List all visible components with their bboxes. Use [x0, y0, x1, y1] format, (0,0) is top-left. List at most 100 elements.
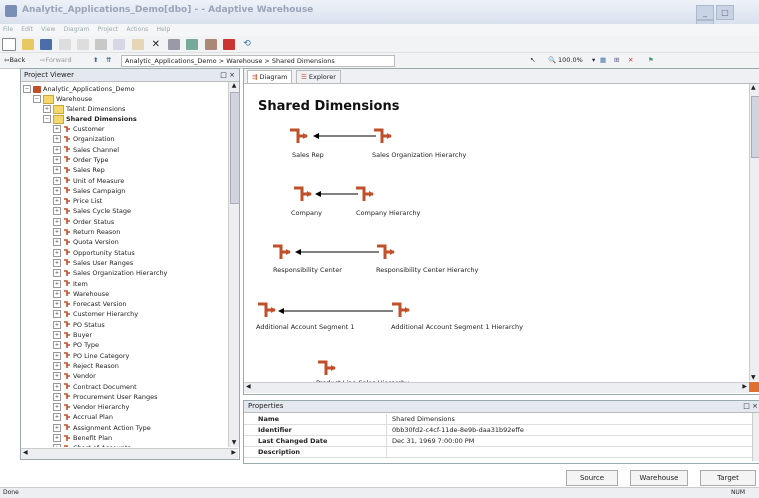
expand-icon[interactable]: +	[53, 361, 61, 370]
tree-item[interactable]: + Contract Document	[53, 382, 137, 392]
dimension-icon[interactable]	[390, 301, 412, 319]
relationship-icon[interactable]: ⚑	[648, 53, 654, 68]
tree-root[interactable]: − Analytic_Applications_Demo	[23, 84, 135, 94]
tree-item[interactable]: + Quota Version	[53, 237, 119, 247]
tree-warehouse[interactable]: − Warehouse	[33, 94, 92, 104]
menu-file[interactable]: File	[3, 26, 13, 33]
node-company-hierarchy-label[interactable]: Company Hierarchy	[356, 209, 420, 217]
properties-scrollbar[interactable]	[752, 413, 759, 461]
tree-item[interactable]: + Vendor Hierarchy	[53, 402, 129, 412]
paste-icon[interactable]	[131, 39, 144, 50]
dimension-icon[interactable]	[316, 359, 338, 377]
tree-item[interactable]: + Unit of Measure	[53, 176, 124, 186]
node-company-label[interactable]: Company	[291, 209, 322, 217]
target-button[interactable]: Target	[700, 470, 756, 486]
zoom-level[interactable]: 100.0%	[558, 53, 583, 68]
tree-item[interactable]: + Return Reason	[53, 227, 120, 237]
dimension-icon[interactable]	[288, 127, 310, 145]
expand-icon[interactable]: +	[53, 125, 61, 133]
scroll-right-icon[interactable]: ▶	[231, 449, 236, 456]
source-button[interactable]: Source	[566, 470, 618, 486]
scroll-up-icon[interactable]: ▲	[751, 84, 756, 91]
zoom-dropdown-icon[interactable]: ▾	[592, 53, 595, 68]
expand-icon[interactable]: +	[53, 372, 61, 381]
pointer-icon[interactable]: ↖	[530, 53, 535, 68]
menu-actions[interactable]: Actions	[126, 26, 148, 33]
node-sales-org-hierarchy-label[interactable]: Sales Organization Hierarchy	[372, 151, 466, 159]
tree-item[interactable]: + Procurement User Ranges	[53, 392, 157, 402]
warehouse-button[interactable]: Warehouse	[630, 470, 688, 486]
menu-help[interactable]: Help	[157, 26, 171, 33]
delete-icon[interactable]: ✕	[150, 39, 162, 50]
tree-item[interactable]: + Customer	[53, 124, 105, 134]
tree-item[interactable]: + PO Type	[53, 340, 99, 350]
arrange-icon[interactable]: ⊞	[614, 53, 619, 68]
breadcrumb[interactable]: Analytic_Applications_Demo > Warehouse >…	[121, 55, 395, 67]
tree-item[interactable]: + Organization	[53, 134, 115, 144]
tree-item[interactable]: + Forecast Version	[53, 299, 126, 309]
tree-shared-dimensions[interactable]: − Shared Dimensions	[43, 114, 137, 124]
expand-icon[interactable]: +	[53, 186, 61, 195]
dimension-icon[interactable]	[256, 301, 278, 319]
tree-item[interactable]: + Customer Hierarchy	[53, 309, 138, 319]
tree-item[interactable]: + Price List	[53, 196, 102, 206]
menu-diagram[interactable]: Diagram	[64, 26, 90, 33]
expand-icon[interactable]: +	[53, 207, 61, 216]
expand-icon[interactable]: +	[53, 413, 61, 422]
refresh-icon[interactable]: ⟲	[241, 39, 253, 50]
up-icon[interactable]: ⬆	[93, 53, 98, 68]
tree-item[interactable]: + Sales User Ranges	[53, 258, 133, 268]
tree-item[interactable]: + Opportunity Status	[53, 248, 135, 258]
props-icon[interactable]	[204, 39, 217, 50]
expand-icon[interactable]: +	[43, 105, 51, 113]
cut-icon[interactable]	[95, 39, 108, 50]
expand-icon[interactable]: +	[53, 434, 61, 442]
expand-icon[interactable]: +	[53, 392, 61, 401]
back-button[interactable]: ⇦Back	[4, 53, 25, 68]
new-icon[interactable]	[2, 38, 16, 51]
forward-button[interactable]: ⇨Forward	[40, 53, 72, 68]
grid-icon[interactable]	[186, 39, 199, 50]
expand-icon[interactable]: +	[53, 145, 61, 154]
tree-item[interactable]: + Vendor	[53, 371, 96, 381]
maximize-button[interactable]: □	[716, 5, 734, 20]
save-icon[interactable]	[40, 39, 53, 50]
tree-item[interactable]: + Item	[53, 279, 88, 289]
collapse-icon[interactable]: −	[43, 115, 51, 123]
tree-item[interactable]: + Assignment Action Type	[53, 423, 151, 433]
expand-icon[interactable]: +	[53, 403, 61, 412]
open-icon[interactable]	[22, 39, 35, 50]
tree-item[interactable]: + Sales Cycle Stage	[53, 206, 131, 216]
expand-icon[interactable]: +	[53, 444, 61, 447]
collapse-icon[interactable]: −	[23, 85, 31, 93]
pane-close-button[interactable]: □ ×	[220, 69, 235, 81]
expand-icon[interactable]: +	[53, 155, 61, 164]
scroll-thumb[interactable]	[230, 92, 240, 204]
tree-item[interactable]: + Sales Rep	[53, 165, 105, 175]
menu-view[interactable]: View	[41, 26, 55, 33]
dimension-icon[interactable]	[271, 243, 293, 261]
diagram-horizontal-scrollbar[interactable]: ◀ ▶	[244, 382, 749, 393]
properties-close-button[interactable]: □ ×	[743, 401, 758, 412]
grid-view-icon[interactable]: ▦	[600, 53, 606, 68]
expand-icon[interactable]: +	[53, 197, 61, 206]
scroll-up-icon[interactable]: ▲	[230, 82, 238, 90]
expand-icon[interactable]: +	[53, 166, 61, 175]
expand-icon[interactable]: +	[53, 279, 61, 288]
undo-icon[interactable]	[58, 39, 71, 50]
zoom-icon[interactable]: 🔍	[548, 53, 556, 68]
tree-item[interactable]: + Benefit Plan	[53, 433, 112, 443]
tool-icon[interactable]	[222, 39, 235, 50]
expand-icon[interactable]: +	[53, 423, 61, 432]
expand-icon[interactable]: +	[53, 382, 61, 391]
expand-icon[interactable]: +	[53, 269, 61, 278]
expand-icon[interactable]: +	[53, 300, 61, 309]
scroll-right-icon[interactable]: ▶	[742, 383, 747, 390]
scroll-down-icon[interactable]: ▼	[751, 374, 756, 381]
menu-edit[interactable]: Edit	[21, 26, 33, 33]
expand-icon[interactable]: +	[53, 320, 61, 329]
menu-project[interactable]: Project	[98, 26, 119, 33]
redo-icon[interactable]	[76, 39, 89, 50]
expand-icon[interactable]: +	[53, 258, 61, 267]
tree-item[interactable]: +Chart of Accounts	[53, 443, 131, 447]
